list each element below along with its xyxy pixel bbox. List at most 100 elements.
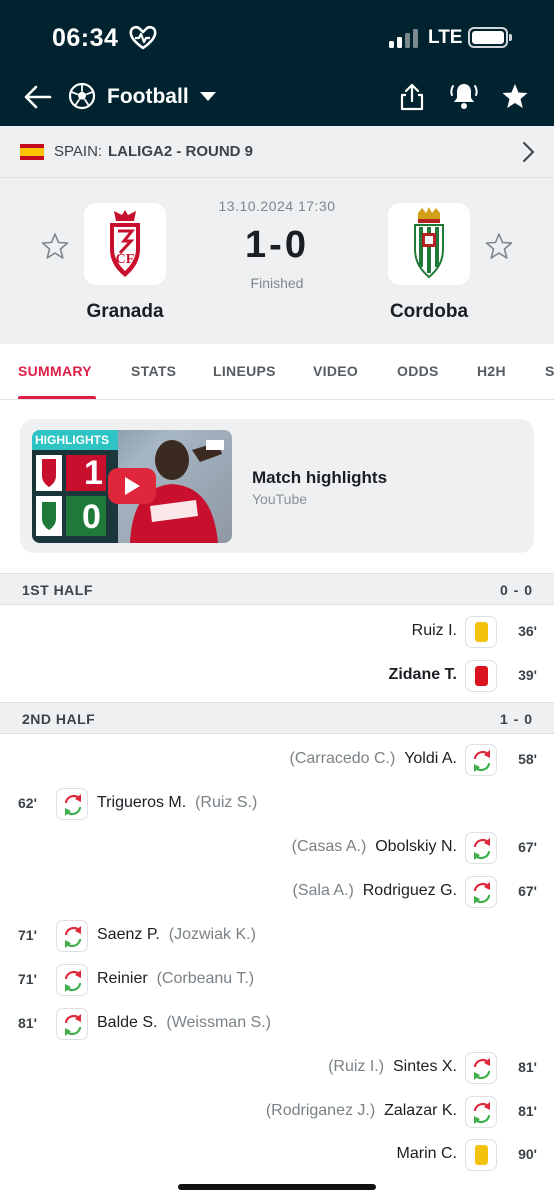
share-icon[interactable] bbox=[398, 82, 426, 112]
timeline-event[interactable]: 81' (Rodriganez J.) Zalazar K. bbox=[0, 1090, 554, 1134]
timeline-event[interactable]: 62' Trigueros M. (Ruiz S.) bbox=[0, 782, 554, 826]
event-minute: 36' bbox=[518, 623, 537, 639]
event-description: Marin C. bbox=[397, 1145, 457, 1163]
bell-icon[interactable] bbox=[449, 80, 479, 112]
event-player-off: (Ruiz S.) bbox=[195, 794, 258, 811]
event-player[interactable]: Sintes X. bbox=[393, 1058, 457, 1075]
thumb-home-goals: 1 bbox=[84, 454, 103, 492]
half-score: 1 - 0 bbox=[499, 711, 533, 727]
app-header: 06:34 LTE Football bbox=[0, 0, 554, 126]
tab-video[interactable]: VIDEO bbox=[313, 363, 358, 379]
event-player-off: (Casas A.) bbox=[291, 838, 367, 855]
event-player[interactable]: Obolskiy N. bbox=[375, 838, 457, 855]
event-description: Saenz P. (Jozwiak K.) bbox=[97, 926, 256, 944]
event-minute: 67' bbox=[518, 883, 537, 899]
event-description: (Ruiz I.) Sintes X. bbox=[328, 1058, 457, 1076]
event-player[interactable]: Yoldi A. bbox=[404, 750, 457, 767]
chevron-down-icon[interactable] bbox=[200, 92, 216, 101]
chevron-right-icon[interactable] bbox=[520, 140, 536, 164]
event-player-off: (Corbeanu T.) bbox=[156, 970, 255, 987]
match-tabs: SUMMARY STATS LINEUPS VIDEO ODDS H2H S bbox=[0, 344, 554, 400]
timeline-event[interactable]: 67' (Sala A.) Rodriguez G. bbox=[0, 870, 554, 914]
timeline-event[interactable]: 67' (Casas A.) Obolskiy N. bbox=[0, 826, 554, 870]
heart-pulse-icon bbox=[129, 25, 157, 50]
event-player[interactable]: Ruiz I. bbox=[412, 622, 457, 639]
spain-flag-icon bbox=[20, 144, 44, 160]
substitution-icon-box bbox=[56, 964, 88, 996]
event-player[interactable]: Marin C. bbox=[397, 1145, 457, 1162]
tab-stats[interactable]: STATS bbox=[131, 363, 176, 379]
substitution-icon-box bbox=[465, 832, 497, 864]
event-player-off: (Sala A.) bbox=[292, 882, 354, 899]
event-minute: 39' bbox=[518, 667, 537, 683]
highlights-card[interactable]: HIGHLIGHTS 1 0 Match highlights YouTube bbox=[20, 419, 534, 553]
sport-selector[interactable]: Football bbox=[107, 85, 189, 109]
event-minute: 58' bbox=[518, 751, 537, 767]
event-player[interactable]: Zidane T. bbox=[389, 666, 457, 683]
highlights-thumbnail[interactable]: HIGHLIGHTS 1 0 bbox=[32, 430, 232, 543]
event-minute: 67' bbox=[518, 839, 537, 855]
home-team-name[interactable]: Granada bbox=[45, 301, 205, 323]
event-description: Zidane T. bbox=[389, 666, 457, 684]
substitution-icon bbox=[473, 882, 491, 904]
tab-summary[interactable]: SUMMARY bbox=[18, 363, 92, 379]
substitution-icon-box bbox=[465, 876, 497, 908]
event-player-off: (Rodriganez J.) bbox=[265, 1102, 376, 1119]
timeline-event[interactable]: 36' Ruiz I. bbox=[0, 610, 554, 654]
tab-overflow[interactable]: S bbox=[545, 363, 554, 379]
event-player[interactable]: Balde S. bbox=[97, 1014, 157, 1031]
status-time: 06:34 bbox=[52, 24, 119, 52]
substitution-icon bbox=[473, 838, 491, 860]
substitution-icon bbox=[473, 750, 491, 772]
event-player-off: (Carracedo C.) bbox=[289, 750, 396, 767]
half-label: 2ND HALF bbox=[22, 711, 96, 727]
event-player[interactable]: Trigueros M. bbox=[97, 794, 186, 811]
thumb-away-goals: 0 bbox=[82, 498, 101, 536]
half-header-1st: 1ST HALF 0 - 0 bbox=[0, 573, 554, 605]
substitution-icon bbox=[64, 794, 82, 816]
substitution-icon bbox=[64, 1014, 82, 1036]
substitution-icon bbox=[64, 926, 82, 948]
match-score: 1-0 bbox=[245, 224, 309, 266]
event-player[interactable]: Zalazar K. bbox=[384, 1102, 457, 1119]
half-header-2nd: 2ND HALF 1 - 0 bbox=[0, 702, 554, 734]
substitution-icon bbox=[473, 1058, 491, 1080]
event-minute: 71' bbox=[18, 927, 37, 943]
timeline-event[interactable]: 81' Balde S. (Weissman S.) bbox=[0, 1002, 554, 1046]
substitution-icon-box bbox=[465, 1096, 497, 1128]
away-team-logo[interactable] bbox=[388, 203, 470, 285]
highlights-title[interactable]: Match highlights bbox=[252, 468, 387, 488]
tab-h2h[interactable]: H2H bbox=[477, 363, 506, 379]
highlights-source: YouTube bbox=[252, 491, 308, 507]
match-datetime: 13.10.2024 17:30 bbox=[218, 198, 336, 214]
event-player[interactable]: Reinier bbox=[97, 970, 148, 987]
match-status: Finished bbox=[250, 275, 304, 291]
league-bar[interactable]: SPAIN: LALIGA2 - ROUND 9 bbox=[0, 126, 554, 178]
yellow-card-icon bbox=[465, 1139, 497, 1171]
cellular-signal-icon bbox=[389, 28, 421, 48]
event-description: Ruiz I. bbox=[412, 622, 457, 640]
event-player-off: (Weissman S.) bbox=[166, 1014, 271, 1031]
timeline-event[interactable]: 58' (Carracedo C.) Yoldi A. bbox=[0, 738, 554, 782]
timeline-event[interactable]: 71' Reinier (Corbeanu T.) bbox=[0, 958, 554, 1002]
event-player[interactable]: Rodriguez G. bbox=[363, 882, 457, 899]
substitution-icon-box bbox=[56, 920, 88, 952]
tab-lineups[interactable]: LINEUPS bbox=[213, 363, 276, 379]
event-description: (Casas A.) Obolskiy N. bbox=[292, 838, 457, 856]
away-team-name[interactable]: Cordoba bbox=[349, 301, 509, 323]
timeline-event[interactable]: 39' Zidane T. bbox=[0, 654, 554, 698]
timeline-event[interactable]: 81' (Ruiz I.) Sintes X. bbox=[0, 1046, 554, 1090]
back-arrow-icon[interactable] bbox=[22, 82, 54, 112]
event-minute: 90' bbox=[518, 1146, 537, 1162]
tab-odds[interactable]: ODDS bbox=[397, 363, 439, 379]
event-description: (Carracedo C.) Yoldi A. bbox=[290, 750, 458, 768]
star-icon[interactable] bbox=[501, 82, 529, 110]
event-minute: 81' bbox=[518, 1103, 537, 1119]
active-tab-indicator bbox=[18, 396, 96, 399]
event-player[interactable]: Saenz P. bbox=[97, 926, 160, 943]
timeline-event[interactable]: 71' Saenz P. (Jozwiak K.) bbox=[0, 914, 554, 958]
timeline-event[interactable]: 90' Marin C. bbox=[0, 1133, 554, 1177]
favorite-away-star-icon[interactable] bbox=[485, 232, 513, 260]
event-player-off: (Jozwiak K.) bbox=[168, 926, 256, 943]
event-minute: 62' bbox=[18, 795, 37, 811]
